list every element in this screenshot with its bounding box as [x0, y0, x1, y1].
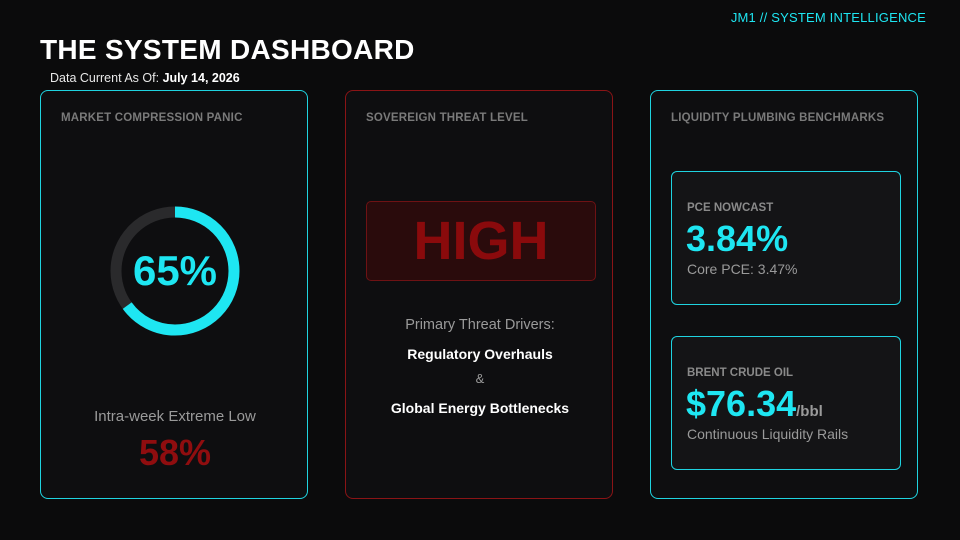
brent-label: BRENT CRUDE OIL [687, 367, 794, 379]
as-of-date: July 14, 2026 [162, 71, 240, 85]
brent-crude-tile: BRENT CRUDE OIL $76.34/bbl Continuous Li… [671, 336, 901, 470]
brand-label: JM1 // SYSTEM INTELLIGENCE [730, 10, 926, 25]
threat-level-card: SOVEREIGN THREAT LEVEL HIGH Primary Thre… [345, 90, 613, 499]
pce-value: 3.84% [686, 218, 789, 259]
threat-drivers-label: Primary Threat Drivers: [405, 317, 555, 333]
dashboard-page: JM1 // SYSTEM INTELLIGENCE THE SYSTEM DA… [0, 0, 960, 540]
data-as-of: Data Current As Of: July 14, 2026 [50, 71, 240, 85]
driver-separator: & [475, 371, 485, 386]
threat-level-title: SOVEREIGN THREAT LEVEL [366, 112, 529, 124]
brent-subtext: Continuous Liquidity Rails [687, 426, 849, 442]
liquidity-title: LIQUIDITY PLUMBING BENCHMARKS [671, 112, 885, 124]
liquidity-card: LIQUIDITY PLUMBING BENCHMARKS PCE NOWCAS… [650, 90, 918, 499]
page-title: THE SYSTEM DASHBOARD [40, 34, 415, 65]
panic-value: 65% [132, 247, 218, 294]
market-panic-card: MARKET COMPRESSION PANIC 65% Intra-week … [40, 90, 308, 499]
threat-driver-1: Regulatory Overhauls [407, 346, 553, 362]
extreme-low-value: 58% [138, 432, 212, 473]
core-pce-text: Core PCE: 3.47% [687, 261, 798, 277]
market-panic-title: MARKET COMPRESSION PANIC [61, 112, 243, 124]
pce-nowcast-tile: PCE NOWCAST 3.84% Core PCE: 3.47% [671, 171, 901, 305]
brent-unit: /bbl [796, 403, 823, 420]
threat-driver-2: Global Energy Bottlenecks [390, 400, 570, 416]
brent-value: $76.34 [686, 383, 797, 424]
brent-value-row: $76.34/bbl [686, 383, 823, 425]
threat-level-badge: HIGH [366, 201, 596, 281]
panic-gauge: 65% [107, 203, 243, 339]
as-of-label: Data Current As Of: [50, 71, 160, 85]
pce-label: PCE NOWCAST [687, 202, 774, 214]
extreme-low-label: Intra-week Extreme Low [94, 408, 256, 425]
